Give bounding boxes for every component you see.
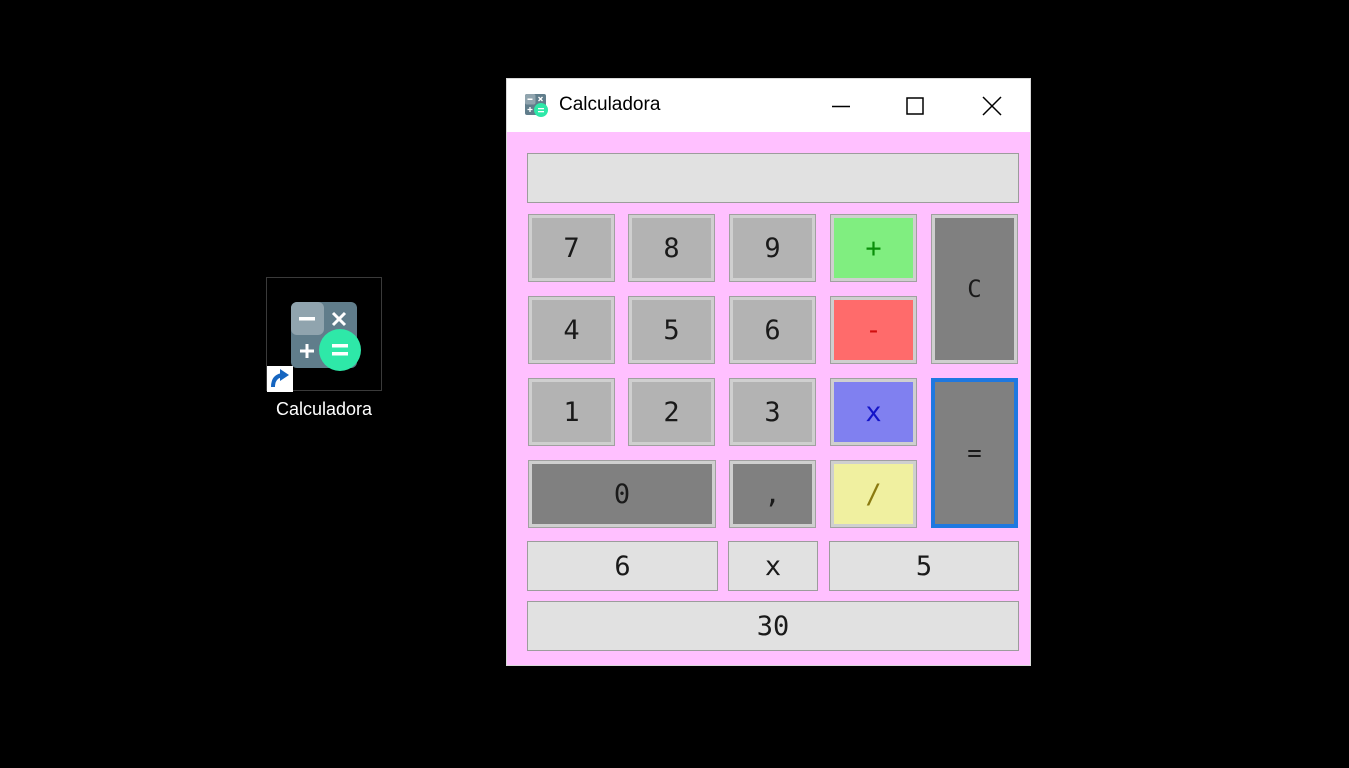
operand2-field[interactable]: 5 <box>829 541 1019 591</box>
minimize-icon <box>832 105 850 107</box>
key-2[interactable]: 2 <box>628 378 715 446</box>
equals-button[interactable]: = <box>931 378 1018 528</box>
divide-button[interactable]: / <box>830 460 917 528</box>
close-button[interactable] <box>954 79 1030 132</box>
shortcut-label: Calculadora <box>275 399 373 419</box>
minimize-button[interactable] <box>803 79 879 132</box>
key-3[interactable]: 3 <box>729 378 816 446</box>
window-title: Calculadora <box>559 94 661 115</box>
key-7[interactable]: 7 <box>528 214 615 282</box>
calculator-app-icon <box>525 94 548 117</box>
calculator-window: Calculadora 7 8 9 + C 4 5 6 - 1 2 3 x = … <box>506 78 1031 666</box>
shortcut-selection-box <box>266 277 382 392</box>
desktop: Calculadora Calculadora 7 8 9 + C 4 5 6 … <box>0 0 1349 768</box>
close-icon <box>982 95 1002 116</box>
calculator-app-icon <box>291 302 361 371</box>
shortcut-arrow-icon <box>267 366 293 392</box>
multiply-button[interactable]: x <box>830 378 917 446</box>
main-display[interactable] <box>527 153 1019 203</box>
key-0[interactable]: 0 <box>528 460 716 528</box>
subtract-button[interactable]: - <box>830 296 917 364</box>
title-bar[interactable]: Calculadora <box>507 79 1030 132</box>
key-8[interactable]: 8 <box>628 214 715 282</box>
key-4[interactable]: 4 <box>528 296 615 364</box>
key-5[interactable]: 5 <box>628 296 715 364</box>
key-6[interactable]: 6 <box>729 296 816 364</box>
key-1[interactable]: 1 <box>528 378 615 446</box>
operand1-field[interactable]: 6 <box>527 541 718 591</box>
maximize-button[interactable] <box>877 79 953 132</box>
clear-button[interactable]: C <box>931 214 1018 364</box>
key-9[interactable]: 9 <box>729 214 816 282</box>
operator-field[interactable]: x <box>728 541 818 591</box>
desktop-shortcut-calculadora[interactable]: Calculadora <box>266 277 382 423</box>
maximize-icon <box>906 96 924 115</box>
result-field[interactable]: 30 <box>527 601 1019 651</box>
comma-button[interactable]: , <box>729 460 816 528</box>
add-button[interactable]: + <box>830 214 917 282</box>
